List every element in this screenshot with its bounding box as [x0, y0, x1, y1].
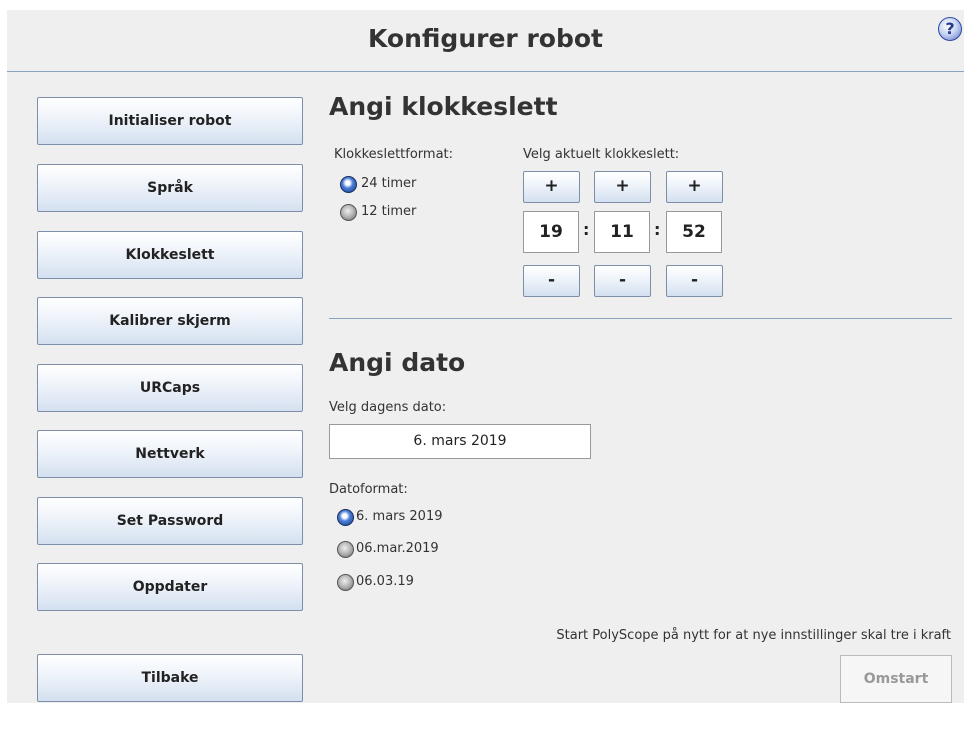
restart-button[interactable]: Omstart [840, 655, 952, 703]
nav-calibrate-screen-button[interactable]: Kalibrer skjerm [37, 297, 303, 345]
help-icon[interactable]: ? [938, 17, 962, 41]
today-date-label: Velg dagens dato: [329, 400, 447, 415]
time-separator: : [583, 220, 590, 239]
radio-12h-label[interactable]: 12 timer [361, 204, 416, 219]
back-button[interactable]: Tilbake [37, 654, 303, 702]
hour-increment-button[interactable]: + [523, 171, 580, 203]
nav-time-button[interactable]: Klokkeslett [37, 231, 303, 279]
minute-decrement-button[interactable]: - [594, 265, 651, 297]
nav-update-button[interactable]: Oppdater [37, 563, 303, 611]
hour-decrement-button[interactable]: - [523, 265, 580, 297]
radio-date-format-long[interactable] [337, 509, 354, 526]
nav-language-button[interactable]: Språk [37, 164, 303, 212]
radio-date-format-numeric-label[interactable]: 06.03.19 [356, 574, 414, 589]
second-increment-button[interactable]: + [666, 171, 723, 203]
nav-network-button[interactable]: Nettverk [37, 430, 303, 478]
radio-date-format-short-month[interactable] [337, 541, 354, 558]
nav-urcaps-button[interactable]: URCaps [37, 364, 303, 412]
date-field[interactable]: 6. mars 2019 [329, 424, 591, 459]
second-field[interactable]: 52 [666, 211, 722, 253]
header-bar: Konfigurer robot ? [7, 10, 964, 72]
radio-24h-label[interactable]: 24 timer [361, 176, 416, 191]
radio-date-format-long-label[interactable]: 6. mars 2019 [356, 509, 443, 524]
nav-initialize-robot-button[interactable]: Initialiser robot [37, 97, 303, 145]
minute-increment-button[interactable]: + [594, 171, 651, 203]
date-heading: Angi dato [329, 348, 466, 377]
time-separator: : [654, 220, 661, 239]
nav-set-password-button[interactable]: Set Password [37, 497, 303, 545]
radio-12h[interactable] [340, 204, 357, 221]
minute-field[interactable]: 11 [594, 211, 650, 253]
page-title: Konfigurer robot [368, 24, 603, 53]
hour-field[interactable]: 19 [523, 211, 579, 253]
section-divider [329, 318, 952, 319]
restart-note: Start PolyScope på nytt for at nye innst… [556, 628, 951, 643]
time-heading: Angi klokkeslett [329, 92, 558, 121]
radio-date-format-short-month-label[interactable]: 06.mar.2019 [356, 541, 439, 556]
second-decrement-button[interactable]: - [666, 265, 723, 297]
time-format-label: Klokkeslettformat: [334, 147, 454, 162]
radio-24h[interactable] [340, 176, 357, 193]
radio-date-format-numeric[interactable] [337, 574, 354, 591]
date-format-label: Datoformat: [329, 482, 408, 497]
settings-window: Konfigurer robot ? Initialiser robot Spr… [7, 10, 964, 703]
current-time-label: Velg aktuelt klokkeslett: [523, 147, 680, 162]
